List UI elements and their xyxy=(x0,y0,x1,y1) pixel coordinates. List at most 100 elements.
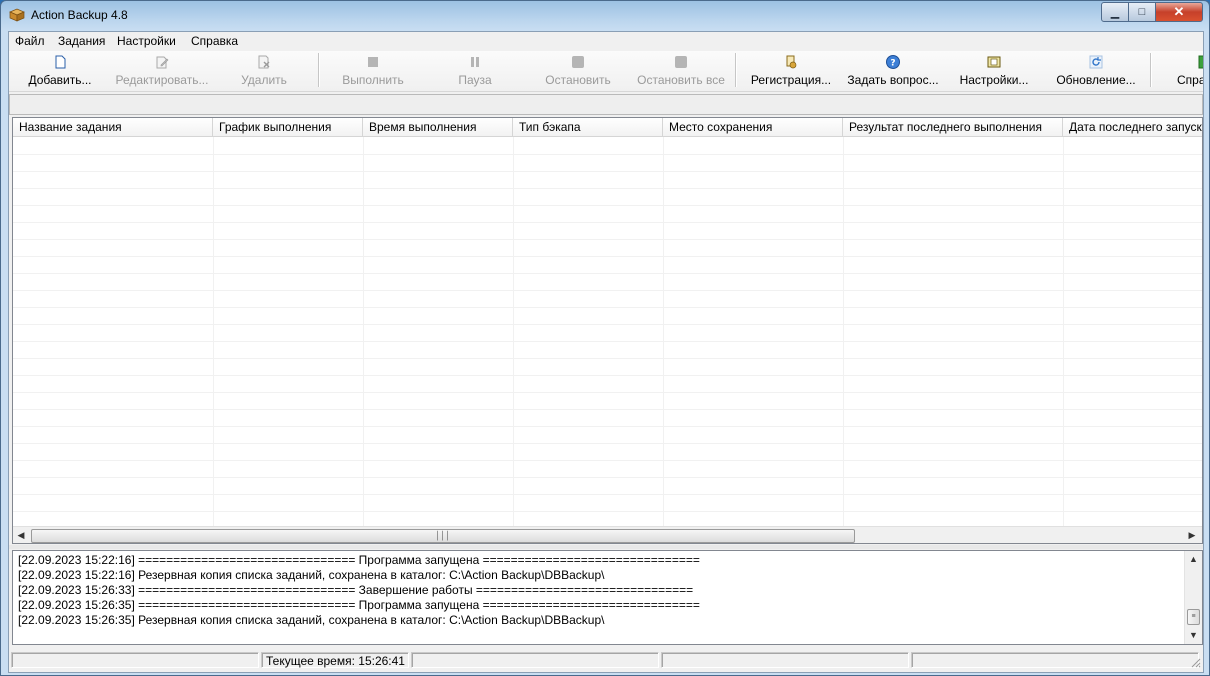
scroll-down-icon[interactable]: ▼ xyxy=(1187,628,1200,642)
panel-splitter[interactable] xyxy=(9,545,1203,549)
grid-row-line xyxy=(13,358,1202,359)
horizontal-scrollbar[interactable]: ◀ │││ ▶ xyxy=(13,526,1202,543)
stop-icon xyxy=(572,56,584,68)
log-line: [22.09.2023 15:22:16] ==================… xyxy=(18,553,700,567)
grid-row-line xyxy=(13,341,1202,342)
stop-all-label: Остановить все xyxy=(637,73,725,87)
grid-row-line xyxy=(13,239,1202,240)
column-header-last-result[interactable]: Результат последнего выполнения xyxy=(843,118,1063,136)
toolbar-separator xyxy=(318,53,320,87)
table-header: Название задания График выполнения Время… xyxy=(13,118,1202,137)
stop-button[interactable]: Остановить xyxy=(537,51,619,91)
status-panel-5 xyxy=(911,652,1199,668)
register-label: Регистрация... xyxy=(750,73,832,87)
log-line: [22.09.2023 15:26:35] ==================… xyxy=(18,598,700,612)
grid-row-line xyxy=(13,188,1202,189)
grid-row-line xyxy=(13,443,1202,444)
edit-button[interactable]: Редактировать... xyxy=(109,51,215,91)
scroll-right-icon[interactable]: ▶ xyxy=(1185,529,1199,542)
grid-row-line xyxy=(13,171,1202,172)
settings-button[interactable]: Настройки... xyxy=(953,51,1035,91)
pause-label: Пауза xyxy=(458,73,492,87)
filter-bar xyxy=(9,94,1203,115)
status-panel-4 xyxy=(661,652,909,668)
help-book-icon xyxy=(1198,55,1203,69)
grid-row-line xyxy=(13,511,1202,512)
log-line: [22.09.2023 15:26:33] ==================… xyxy=(18,583,694,597)
help-question-icon: ? xyxy=(886,55,900,69)
tasks-table: Название задания График выполнения Время… xyxy=(12,117,1203,544)
vertical-scroll-thumb[interactable]: ≡ xyxy=(1187,609,1200,625)
delete-document-icon xyxy=(258,55,270,69)
register-button[interactable]: Регистрация... xyxy=(747,51,835,91)
grid-row-line xyxy=(13,154,1202,155)
grid-row-line xyxy=(13,290,1202,291)
status-panel-3 xyxy=(411,652,659,668)
menu-settings[interactable]: Настройки xyxy=(117,34,176,48)
delete-label: Удалить xyxy=(241,73,287,87)
toolbar: Добавить... Редактировать... Удалить Вып… xyxy=(9,51,1203,92)
grid-row-line xyxy=(13,324,1202,325)
grid-column-line xyxy=(1063,137,1064,529)
grid-row-line xyxy=(13,256,1202,257)
menu-help[interactable]: Справка xyxy=(191,34,238,48)
grid-row-line xyxy=(13,460,1202,461)
column-header-run-time[interactable]: Время выполнения xyxy=(363,118,513,136)
menu-bar: Файл Задания Настройки Справка xyxy=(9,32,1203,50)
settings-icon xyxy=(987,56,1001,68)
ask-label: Задать вопрос... xyxy=(847,73,939,87)
client-area: Файл Задания Настройки Справка Добавить.… xyxy=(8,31,1204,673)
log-line: [22.09.2023 15:26:35] Резервная копия сп… xyxy=(18,613,605,627)
status-current-time: Текущее время: 15:26:41 xyxy=(261,652,409,668)
minimize-button[interactable]: ▁ xyxy=(1101,2,1129,22)
grid-column-line xyxy=(843,137,844,529)
grid-column-line xyxy=(213,137,214,529)
close-icon: ✕ xyxy=(1173,4,1185,19)
menu-file[interactable]: Файл xyxy=(15,34,45,48)
run-icon xyxy=(368,57,378,67)
toolbar-separator xyxy=(1150,53,1152,87)
resize-grip-icon[interactable] xyxy=(1189,656,1201,668)
table-body[interactable] xyxy=(13,137,1202,529)
add-label: Добавить... xyxy=(28,73,92,87)
menu-tasks[interactable]: Задания xyxy=(58,34,105,48)
app-window: Action Backup 4.8 ▁ □ ✕ Файл Задания Нас… xyxy=(0,0,1210,676)
log-vertical-scrollbar[interactable]: ▲ ≡ ▼ xyxy=(1184,551,1202,644)
title-bar[interactable]: Action Backup 4.8 ▁ □ ✕ xyxy=(1,1,1209,29)
stop-label: Остановить xyxy=(545,73,611,87)
column-header-backup-type[interactable]: Тип бэкапа xyxy=(513,118,663,136)
column-header-last-run-date[interactable]: Дата последнего запуска xyxy=(1063,118,1202,136)
edit-label: Редактировать... xyxy=(115,73,209,87)
svg-text:?: ? xyxy=(890,59,895,69)
delete-button[interactable]: Удалить xyxy=(227,51,301,91)
update-button[interactable]: Обновление... xyxy=(1053,51,1139,91)
scroll-left-icon[interactable]: ◀ xyxy=(14,529,28,542)
grid-row-line xyxy=(13,392,1202,393)
add-button[interactable]: Добавить... xyxy=(19,51,101,91)
column-header-task-name[interactable]: Название задания xyxy=(13,118,213,136)
stop-all-icon xyxy=(675,56,687,68)
log-line: [22.09.2023 15:22:16] Резервная копия сп… xyxy=(18,568,605,582)
pause-button[interactable]: Пауза xyxy=(439,51,511,91)
close-button[interactable]: ✕ xyxy=(1155,2,1203,22)
grid-row-line xyxy=(13,409,1202,410)
column-header-destination[interactable]: Место сохранения xyxy=(663,118,843,136)
maximize-button[interactable]: □ xyxy=(1128,2,1156,22)
status-bar: Текущее время: 15:26:41 xyxy=(9,650,1203,670)
horizontal-scroll-thumb[interactable]: │││ xyxy=(31,529,855,543)
help-label: Справка xyxy=(1177,73,1203,87)
maximize-icon: □ xyxy=(1138,6,1146,18)
scroll-up-icon[interactable]: ▲ xyxy=(1187,552,1200,566)
log-panel: [22.09.2023 15:22:16] ==================… xyxy=(12,550,1203,645)
certificate-icon xyxy=(786,55,797,69)
ask-question-button[interactable]: ? Задать вопрос... xyxy=(843,51,943,91)
toolbar-separator xyxy=(735,53,737,87)
run-button[interactable]: Выполнить xyxy=(333,51,413,91)
stop-all-button[interactable]: Остановить все xyxy=(631,51,731,91)
window-title: Action Backup 4.8 xyxy=(31,8,128,22)
run-label: Выполнить xyxy=(342,73,404,87)
edit-document-icon xyxy=(156,56,169,69)
help-button[interactable]: Справка xyxy=(1169,51,1203,91)
column-header-schedule[interactable]: График выполнения xyxy=(213,118,363,136)
pause-icon xyxy=(471,57,479,67)
